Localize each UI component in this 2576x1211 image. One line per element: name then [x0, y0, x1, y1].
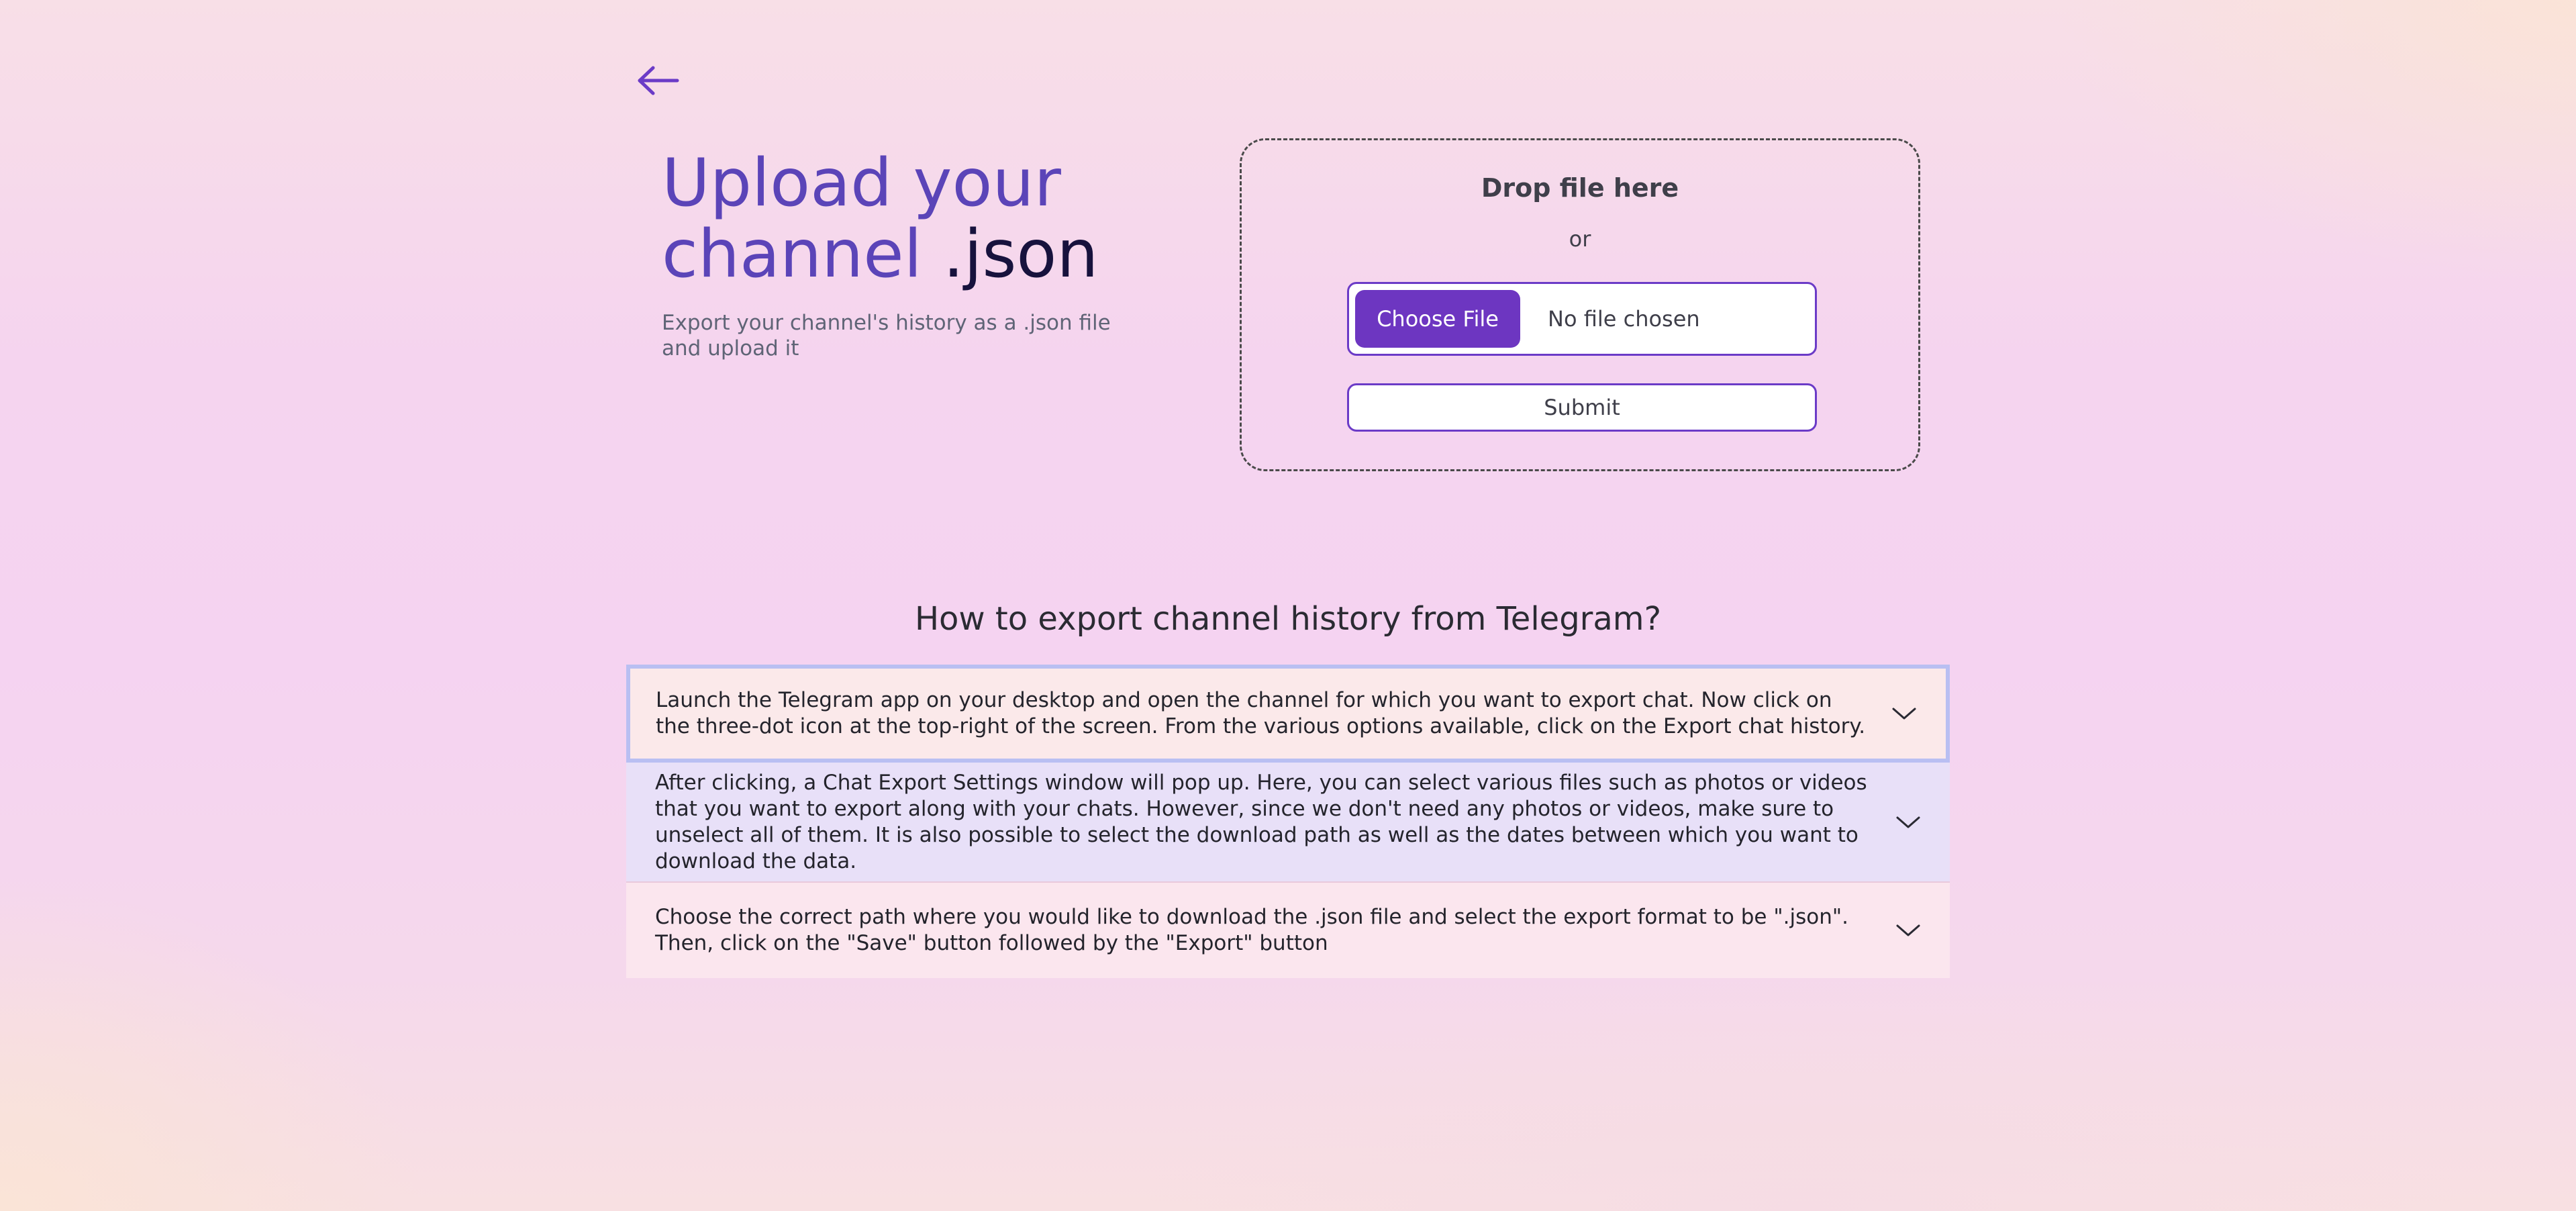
chevron-down-icon[interactable] [1895, 922, 1922, 938]
choose-file-button[interactable]: Choose File [1355, 290, 1520, 348]
drop-label: Drop file here [1481, 173, 1679, 203]
submit-button[interactable]: Submit [1347, 383, 1817, 432]
chevron-down-icon[interactable] [1895, 814, 1922, 830]
faq-accordion: Launch the Telegram app on your desktop … [626, 665, 1950, 978]
title-part-json: .json [942, 216, 1099, 293]
faq-item-text: After clicking, a Chat Export Settings w… [655, 770, 1867, 873]
back-button[interactable] [634, 64, 681, 97]
title-part-channel: channel [662, 216, 922, 293]
faq-heading: How to export channel history from Teleg… [914, 600, 1662, 638]
faq-item-text: Launch the Telegram app on your desktop … [656, 688, 1866, 738]
chevron-down-icon[interactable] [1891, 706, 1918, 722]
hero-section: Upload your channel .json Export your ch… [662, 148, 1158, 361]
or-label: or [1569, 226, 1591, 252]
page-subtitle: Export your channel's history as a .json… [662, 311, 1111, 360]
title-part-upload: Upload your [662, 145, 1061, 222]
arrow-left-icon [638, 66, 679, 95]
file-drop-zone[interactable]: Drop file here or Choose File No file ch… [1240, 138, 1920, 471]
page-title: Upload your channel .json [662, 148, 1158, 290]
file-status-text: No file chosen [1548, 306, 1700, 332]
faq-item-2[interactable]: After clicking, a Chat Export Settings w… [626, 763, 1950, 883]
faq-item-1[interactable]: Launch the Telegram app on your desktop … [626, 665, 1950, 763]
faq-item-3[interactable]: Choose the correct path where you would … [626, 883, 1950, 978]
faq-item-text: Choose the correct path where you would … [655, 905, 1848, 955]
file-input[interactable]: Choose File No file chosen [1347, 282, 1817, 356]
